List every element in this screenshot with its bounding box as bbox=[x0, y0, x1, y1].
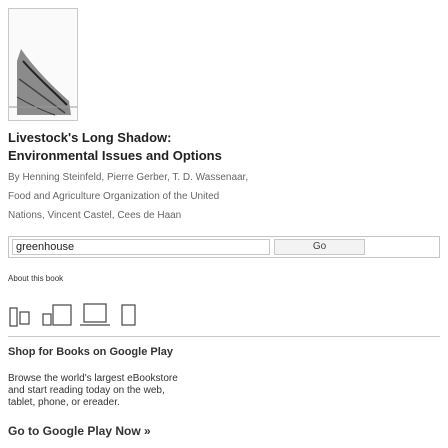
authors-line: Food and Agriculture Organization of the… bbox=[8, 191, 220, 202]
tablet-icon bbox=[42, 304, 72, 326]
device-icons bbox=[8, 300, 168, 330]
book-cover[interactable] bbox=[8, 8, 78, 121]
authors-line: Nations, Vincent Castel, Cees de Haan bbox=[8, 210, 182, 221]
book-title-line: Livestock's Long Shadow: bbox=[8, 130, 172, 145]
shop-desc-line: Browse the world's largest eBookstore bbox=[8, 373, 178, 384]
book-subtitle-line: Environmental Issues and Options bbox=[8, 148, 222, 163]
shop-description: Browse the world's largest eBookstore an… bbox=[8, 373, 208, 409]
authors-line: By Henning Steinfeld, Pierre Gerber, T. … bbox=[8, 172, 249, 183]
book-title: Livestock's Long Shadow: Environmental I… bbox=[8, 129, 428, 165]
ereader-icon bbox=[121, 304, 136, 326]
shop-desc-line: and start reading today on the web, bbox=[8, 385, 165, 396]
book-authors: By Henning Steinfeld, Pierre Gerber, T. … bbox=[8, 168, 348, 225]
about-this-book-link[interactable]: About this book bbox=[8, 274, 63, 283]
shop-heading: Shop for Books on Google Play bbox=[8, 346, 174, 358]
shop-desc-line: tablet, phone, or ereader. bbox=[8, 397, 120, 408]
divider bbox=[8, 336, 440, 337]
google-play-link[interactable]: Go to Google Play Now » bbox=[8, 424, 151, 438]
laptop-icon bbox=[80, 303, 110, 326]
phone-icon bbox=[9, 307, 30, 327]
search-in-book-form: Go bbox=[8, 236, 440, 258]
search-input[interactable] bbox=[12, 239, 270, 255]
go-button[interactable]: Go bbox=[274, 239, 365, 255]
